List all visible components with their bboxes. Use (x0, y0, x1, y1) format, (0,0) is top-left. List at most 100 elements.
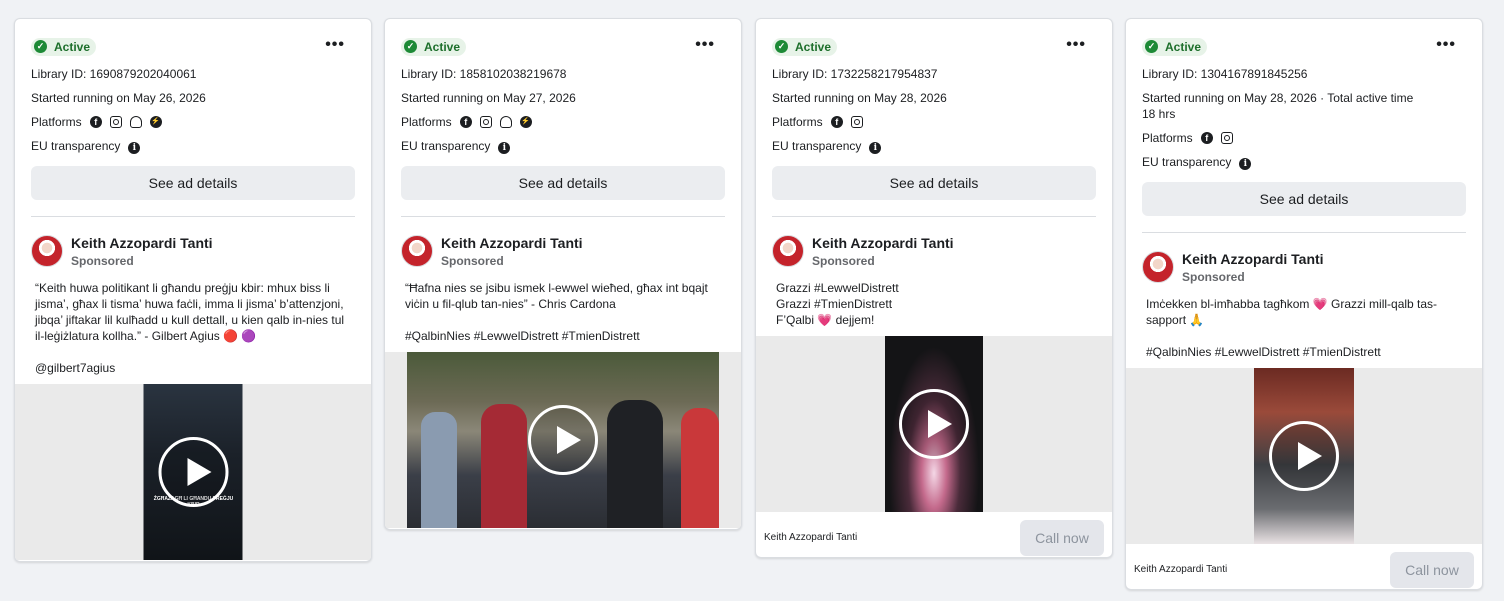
eu-transparency-row: EU transparency i (772, 138, 1096, 154)
cta-footer: Keith Azzopardi Tanti Call now (1126, 544, 1482, 590)
status-badge: ✓ Active (401, 37, 467, 56)
info-icon[interactable]: i (128, 141, 141, 154)
facebook-icon: f (830, 115, 843, 128)
eu-transparency-row: EU transparency i (1142, 154, 1466, 170)
advertiser-name[interactable]: Keith Azzopardi Tanti (441, 235, 583, 251)
audience-network-icon (499, 115, 512, 128)
facebook-icon: f (89, 115, 102, 128)
ad-body-text: Grazzi #LewwelDistrett Grazzi #TmienDist… (756, 268, 1112, 328)
eu-transparency-label: EU transparency (31, 138, 121, 153)
avatar[interactable] (31, 234, 63, 267)
started-running: Started running on May 27, 2026 (401, 90, 576, 105)
divider (1142, 231, 1466, 233)
more-options-icon[interactable]: ••• (1436, 36, 1456, 54)
ad-body-text: “Keith huwa politikant li għandu preġju … (15, 268, 371, 376)
status-label: Active (54, 39, 91, 54)
instagram-icon (479, 115, 492, 128)
more-options-icon[interactable]: ••• (695, 36, 715, 54)
call-now-button[interactable]: Call now (1020, 519, 1104, 556)
avatar[interactable] (772, 234, 804, 267)
advertiser-name[interactable]: Keith Azzopardi Tanti (1182, 251, 1324, 267)
play-icon[interactable] (528, 404, 598, 475)
eu-transparency-label: EU transparency (401, 138, 491, 153)
check-icon: ✓ (775, 40, 788, 53)
started-running: Started running on May 28, 2026 · Total … (1142, 90, 1466, 122)
body-line: viċin u fil-qlub tan-nies” - Chris Cardo… (405, 296, 616, 311)
call-now-button[interactable]: Call now (1390, 551, 1474, 588)
play-icon[interactable] (899, 388, 969, 459)
eu-transparency-label: EU transparency (772, 138, 862, 153)
advertiser-name[interactable]: Keith Azzopardi Tanti (71, 235, 213, 251)
video-figure (607, 399, 663, 528)
info-icon[interactable]: i (869, 141, 882, 154)
body-line: #QalbinNies #LewwelDistrett #TmienDistre… (1146, 344, 1381, 359)
avatar[interactable] (1142, 250, 1174, 283)
platforms-label: Platforms (31, 114, 82, 129)
ad-body-text: “Ħafna nies se jsibu ismek l-ewwel wieħe… (385, 268, 741, 344)
ad-card-2: ✓ Active ••• Library ID: 1858102038219678… (384, 18, 742, 530)
facebook-icon: f (1200, 131, 1213, 144)
body-line: jibqa’ jiftakar lil kulħadd u kull detta… (35, 312, 345, 327)
body-line: “Keith huwa politikant li għandu preġju … (35, 280, 330, 295)
status-badge: ✓ Active (1142, 37, 1208, 56)
info-icon[interactable]: i (1239, 157, 1252, 170)
check-icon: ✓ (34, 40, 47, 53)
video-thumbnail[interactable] (885, 335, 983, 512)
platforms-row: Platforms f ⚡ (401, 114, 725, 130)
video-thumbnail[interactable] (1254, 367, 1354, 544)
instagram-icon (109, 115, 122, 128)
video-figure (681, 407, 719, 528)
more-options-icon[interactable]: ••• (1066, 36, 1086, 54)
ad-card-1: ✓ Active ••• Library ID: 1690879202040061… (14, 18, 372, 562)
ad-body-text: Imċekken bl-imħabba tagħkom 💗 Grazzi mil… (1126, 284, 1482, 360)
body-line (405, 312, 725, 328)
platforms-label: Platforms (772, 114, 823, 129)
cta-footer: Keith Azzopardi Tanti Call now (756, 512, 1112, 558)
video-thumbnail[interactable] (407, 351, 719, 528)
eu-transparency-row: EU transparency i (31, 138, 355, 154)
info-icon[interactable]: i (498, 141, 511, 154)
library-id: Library ID: 1858102038219678 (401, 66, 567, 81)
total-active-time: 18 hrs (1142, 106, 1176, 121)
body-line: jisma’, għax li tisma’ huwa faċli, imma … (35, 296, 344, 311)
platforms-row: Platforms f (772, 114, 1096, 130)
instagram-icon (1220, 131, 1233, 144)
ad-media (756, 335, 1112, 512)
advertiser-header: Keith Azzopardi Tanti Sponsored (15, 217, 371, 268)
check-icon: ✓ (1145, 40, 1158, 53)
status-badge: ✓ Active (31, 37, 97, 56)
sponsored-label: Sponsored (1182, 269, 1245, 284)
body-line: @gilbert7agius (35, 360, 116, 375)
ad-meta: ✓ Active ••• Library ID: 1304167891845256… (1126, 19, 1482, 233)
body-line: sapport 🙏 (1146, 312, 1205, 327)
more-options-icon[interactable]: ••• (325, 36, 345, 54)
sponsored-label: Sponsored (812, 253, 875, 268)
play-icon[interactable] (1269, 420, 1339, 491)
body-line: il-leġiżlatura kollha.” - Gilbert Agius … (35, 328, 257, 343)
body-line: F’Qalbi 💗 dejjem! (776, 312, 875, 327)
page-name[interactable]: Keith Azzopardi Tanti (1134, 564, 1227, 575)
advertiser-header: Keith Azzopardi Tanti Sponsored (756, 217, 1112, 268)
see-ad-details-button[interactable]: See ad details (1142, 181, 1466, 216)
body-line: Imċekken bl-imħabba tagħkom 💗 Grazzi mil… (1146, 296, 1438, 311)
video-figure (421, 411, 457, 528)
status-label: Active (424, 39, 461, 54)
avatar[interactable] (401, 234, 433, 267)
see-ad-details-button[interactable]: See ad details (772, 165, 1096, 200)
play-icon[interactable] (158, 436, 228, 507)
see-ad-details-button[interactable]: See ad details (31, 165, 355, 200)
ad-meta: ✓ Active ••• Library ID: 1858102038219678… (385, 19, 741, 217)
instagram-icon (850, 115, 863, 128)
divider (772, 215, 1096, 217)
page-name[interactable]: Keith Azzopardi Tanti (764, 532, 857, 543)
ad-meta: ✓ Active ••• Library ID: 1690879202040061… (15, 19, 371, 217)
status-label: Active (1165, 39, 1202, 54)
see-ad-details-button[interactable]: See ad details (401, 165, 725, 200)
video-thumbnail[interactable]: ŻGĦAŻAGĦ LI GĦANDU PREĠJU KBIR (143, 383, 243, 560)
body-line: #QalbinNies #LewwelDistrett #TmienDistre… (405, 328, 640, 343)
advertiser-name[interactable]: Keith Azzopardi Tanti (812, 235, 954, 251)
status-badge: ✓ Active (772, 37, 838, 56)
divider (401, 215, 725, 217)
eu-transparency-row: EU transparency i (401, 138, 725, 154)
divider (31, 215, 355, 217)
